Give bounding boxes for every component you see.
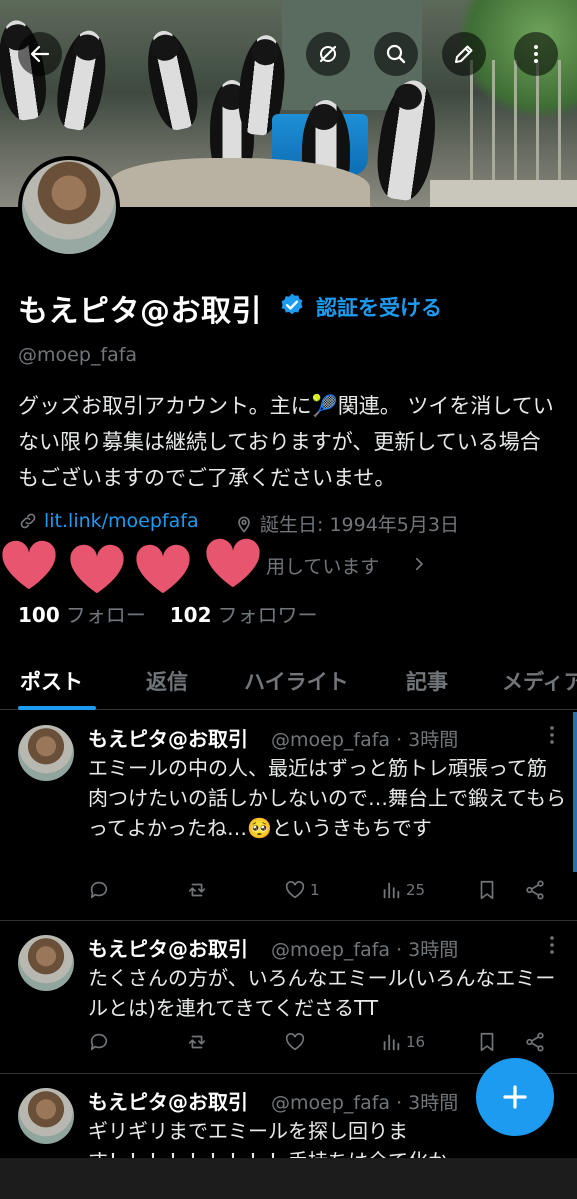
like-button[interactable]: 1: [284, 879, 320, 901]
system-navigation-bar: [0, 1158, 577, 1199]
profile-tabs: ポスト 返信 ハイライト 記事 メディア: [0, 658, 577, 710]
link-icon: [20, 513, 36, 529]
post-item[interactable]: もえピタ@お取引 @moep_fafa · 3時間 たくさんの方が、いろんなエミ…: [0, 921, 577, 1074]
share-icon: [526, 880, 544, 900]
repost-icon: [188, 883, 206, 897]
post-item[interactable]: もえピタ@お取引 @moep_fafa · 3時間 エミールの中の人、最近はずっ…: [0, 711, 577, 921]
more-options-button[interactable]: [514, 32, 558, 76]
share-button[interactable]: [524, 1031, 546, 1053]
followers-link[interactable]: 102 フォロワー: [170, 599, 318, 628]
profile-birthday: 誕生日: 1994年5月3日: [260, 514, 459, 536]
banner-fence: [558, 60, 561, 200]
post-text: ギリギリまでエミールを探し回ります！！！！！！！！！手持ちは全て化か: [88, 1119, 448, 1158]
back-arrow-icon: [30, 45, 50, 63]
post-avatar[interactable]: [18, 725, 74, 781]
post-author-name: もえピタ@お取引: [88, 937, 248, 961]
bookmark-button[interactable]: [476, 879, 498, 901]
bookmark-icon: [480, 880, 494, 900]
tab-replies[interactable]: 返信: [146, 666, 188, 696]
location-icon: [238, 516, 250, 533]
using-since-text: 用しています: [266, 556, 380, 578]
profile-link[interactable]: lit.link/moepfafa: [44, 510, 199, 532]
share-icon: [526, 1032, 544, 1052]
views-icon: [383, 882, 400, 899]
retweet-off-icon: [319, 45, 337, 63]
following-link[interactable]: 100 フォロー: [18, 599, 146, 628]
reply-button[interactable]: [88, 879, 110, 901]
edit-button[interactable]: [442, 32, 486, 76]
more-vertical-icon: [534, 45, 538, 63]
repost-button[interactable]: [186, 1031, 208, 1053]
search-icon: [386, 44, 406, 64]
views-button[interactable]: 25: [380, 879, 425, 901]
heart-icon: [136, 544, 190, 594]
like-icon: [285, 1033, 305, 1051]
post-meta: @moep_fafa · 3時間: [271, 939, 459, 961]
search-button[interactable]: [374, 32, 418, 76]
compose-post-button[interactable]: [476, 1058, 554, 1136]
post-meta: @moep_fafa · 3時間: [271, 1092, 459, 1114]
active-tab-indicator: [18, 706, 96, 710]
share-button[interactable]: [524, 879, 546, 901]
reply-icon: [90, 881, 108, 899]
repost-icon: [188, 1035, 206, 1049]
get-verified-link[interactable]: 認証を受ける: [316, 292, 442, 322]
reply-button[interactable]: [88, 1031, 110, 1053]
heart-icon: [206, 538, 260, 588]
bookmark-icon: [480, 1032, 494, 1052]
profile-birthday-row: 誕生日: 1994年5月3日: [234, 510, 459, 537]
banner-penguin: [140, 26, 204, 134]
tab-highlights[interactable]: ハイライト: [244, 666, 349, 696]
tab-media[interactable]: メディア: [502, 666, 577, 696]
banner-wall: [430, 180, 577, 207]
plus-icon: [503, 1085, 527, 1109]
like-icon: [285, 881, 305, 899]
following-count: 100: [18, 603, 60, 627]
hide-reposts-button[interactable]: [306, 32, 350, 76]
like-count: 1: [310, 881, 320, 899]
follow-stats: 100 フォロー 102 フォロワー: [18, 599, 318, 628]
banner-penguin: [51, 26, 113, 134]
compose-icon: [455, 45, 473, 63]
verified-badge-icon: [281, 293, 303, 315]
views-button[interactable]: 16: [380, 1031, 425, 1053]
back-button[interactable]: [18, 32, 62, 76]
followers-label: フォロワー: [217, 603, 318, 627]
heart-icon: [70, 544, 124, 594]
views-icon: [383, 1034, 400, 1051]
post-text: たくさんの方が、いろんなエミール(いろんなエミールとは)を連れてきてくださるTT: [88, 966, 556, 1020]
post-actions: 16: [88, 1031, 558, 1061]
banner-fence: [536, 60, 539, 200]
bookmark-button[interactable]: [476, 1031, 498, 1053]
following-label: フォロー: [65, 603, 146, 627]
tab-articles[interactable]: 記事: [406, 666, 448, 696]
profile-name: もえピタ@お取引: [18, 294, 262, 329]
heart-stickers: [0, 536, 270, 596]
post-author-name: もえピタ@お取引: [88, 1090, 248, 1114]
post-text: エミールの中の人、最近はずっと筋トレ頑張って筋肉つけたいの話しかしないので…舞台…: [88, 756, 566, 840]
view-count: 16: [406, 1033, 426, 1051]
banner-fence: [514, 60, 517, 200]
more-vertical-icon[interactable]: [549, 935, 555, 955]
like-button[interactable]: [284, 1031, 310, 1053]
more-vertical-icon[interactable]: [549, 725, 555, 745]
banner-fence: [470, 60, 473, 200]
post-author-name: もえピタ@お取引: [88, 727, 248, 751]
chevron-right-icon: [415, 557, 424, 571]
reply-icon: [90, 1033, 108, 1051]
heart-icon: [2, 540, 56, 590]
profile-handle: @moep_fafa: [18, 344, 138, 366]
post-avatar[interactable]: [18, 1088, 74, 1144]
banner-fence: [492, 60, 495, 200]
post-actions: 1 25: [88, 879, 558, 909]
profile-link-row[interactable]: lit.link/moepfafa: [18, 510, 199, 532]
view-count: 25: [406, 881, 426, 899]
post-avatar[interactable]: [18, 935, 74, 991]
post-meta: @moep_fafa · 3時間: [271, 729, 459, 751]
profile-avatar[interactable]: [18, 156, 120, 258]
tab-posts[interactable]: ポスト: [20, 666, 83, 696]
profile-bio: グッズお取引アカウント。主に🎾関連。 ツイを消していない限り募集は継続しておりま…: [18, 394, 554, 490]
followers-count: 102: [169, 603, 212, 627]
repost-button[interactable]: [186, 879, 208, 901]
